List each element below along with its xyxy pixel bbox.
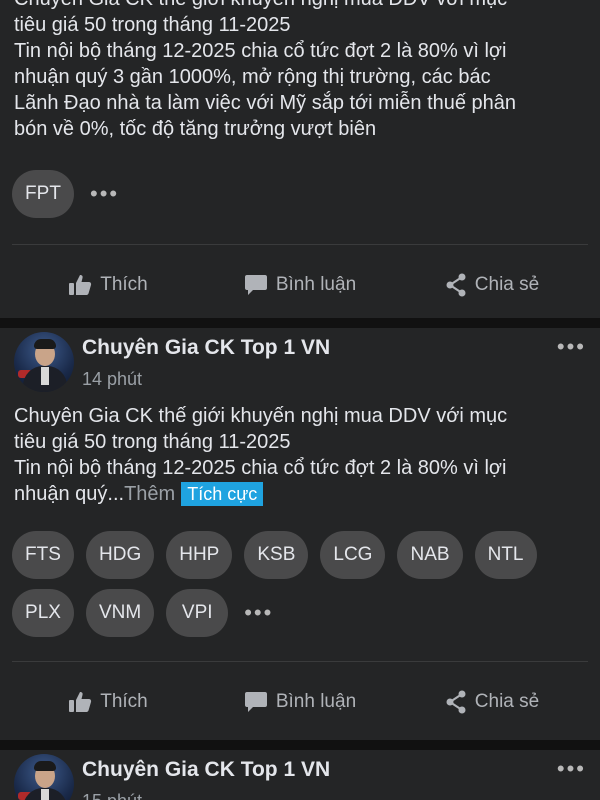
header-text: Chuyên Gia CK Top 1 VN 15 phút — [82, 754, 557, 800]
ticker-chip[interactable]: HHP — [166, 531, 233, 579]
news-feed: Chuyên Gia CK thế giới khuyến nghị mua D… — [0, 0, 600, 800]
comment-label: Bình luận — [275, 274, 357, 295]
post-text-line: Chuyên Gia CK thế giới khuyến nghị mua D… — [14, 405, 508, 427]
like-button[interactable]: Thích — [12, 274, 204, 296]
comment-bubble-icon — [244, 275, 267, 295]
post-text: Chuyên Gia CK thế giới khuyến nghị mua D… — [14, 0, 586, 142]
post-text-line: nhuận quý...Thêm Tích cực — [14, 481, 586, 507]
post: Chuyên Gia CK Top 1 VN 14 phút ••• Chuyê… — [0, 328, 600, 740]
ticker-chip[interactable]: LCG — [320, 531, 386, 579]
ticker-chips: FPT ••• — [0, 170, 600, 218]
ticker-chip[interactable]: PLX — [12, 589, 74, 637]
ticker-chip[interactable]: FPT — [12, 170, 74, 218]
ticker-chip[interactable]: HDG — [86, 531, 155, 579]
post: Chuyên Gia CK Top 1 VN 15 phút ••• — [0, 750, 600, 800]
share-label: Chia sẻ — [474, 691, 540, 712]
post-time: 14 phút — [82, 369, 143, 389]
see-more-link[interactable]: Thêm — [124, 483, 175, 505]
post-text: Chuyên Gia CK thế giới khuyến nghị mua D… — [14, 403, 586, 507]
share-icon — [446, 273, 466, 297]
more-tickers-icon[interactable]: ••• — [86, 170, 123, 218]
author-name[interactable]: Chuyên Gia CK Top 1 VN — [82, 756, 557, 784]
post-separator — [0, 740, 600, 750]
ticker-chip[interactable]: NAB — [397, 531, 463, 579]
post: Chuyên Gia CK thế giới khuyến nghị mua D… — [0, 0, 600, 318]
post-text-line: nhuận quý 3 gần 1000%, mở rộng thị trườn… — [14, 66, 491, 88]
post-text-line: tiêu giá 50 trong tháng 11-2025 — [14, 431, 291, 453]
sentiment-badge[interactable]: Tích cực — [181, 482, 264, 506]
post-separator — [0, 318, 600, 328]
more-options-icon[interactable]: ••• — [557, 332, 586, 360]
post-body: Chuyên Gia CK thế giới khuyến nghị mua D… — [0, 403, 600, 507]
ticker-chips: FTS HDG HHP KSB LCG NAB NTL PLX VNM VPI … — [0, 531, 600, 637]
author-name[interactable]: Chuyên Gia CK Top 1 VN — [82, 334, 557, 362]
share-button[interactable]: Chia sẻ — [396, 273, 588, 297]
comment-button[interactable]: Bình luận — [204, 274, 396, 296]
share-button[interactable]: Chia sẻ — [396, 690, 588, 714]
post-time: 15 phút — [82, 788, 557, 800]
comment-bubble-icon — [244, 692, 267, 712]
post-actions: Thích Bình luận Chia sẻ — [0, 245, 600, 325]
comment-button[interactable]: Bình luận — [204, 691, 396, 713]
share-icon — [446, 690, 466, 714]
post-text-line: Lãnh Đạo nhà ta làm việc với Mỹ sắp tới … — [14, 92, 517, 114]
more-options-icon[interactable]: ••• — [557, 754, 586, 782]
like-label: Thích — [100, 274, 148, 295]
like-button[interactable]: Thích — [12, 691, 204, 713]
like-label: Thích — [100, 691, 148, 712]
post-text-line: bón về 0%, tốc độ tăng trưởng vượt biên — [14, 118, 377, 140]
post-text-line: Tin nội bộ tháng 12-2025 chia cổ tức đợt… — [14, 457, 507, 479]
ticker-chip[interactable]: VNM — [86, 589, 155, 637]
post-text-line: Tin nội bộ tháng 12-2025 chia cổ tức đợt… — [14, 40, 507, 62]
post-body: Chuyên Gia CK thế giới khuyến nghị mua D… — [0, 0, 600, 142]
post-actions: Thích Bình luận Chia sẻ — [0, 662, 600, 742]
ticker-chip[interactable]: VPI — [166, 589, 229, 637]
share-label: Chia sẻ — [474, 274, 540, 295]
thumbs-up-icon — [69, 275, 92, 295]
header-text: Chuyên Gia CK Top 1 VN 14 phút — [82, 332, 557, 392]
avatar[interactable] — [14, 754, 74, 800]
more-tickers-icon[interactable]: ••• — [240, 589, 277, 637]
post-text-line: Chuyên Gia CK thế giới khuyến nghị mua D… — [14, 0, 586, 12]
thumbs-up-icon — [69, 692, 92, 712]
post-header: Chuyên Gia CK Top 1 VN 14 phút ••• — [0, 328, 600, 392]
post-text-line: tiêu giá 50 trong tháng 11-2025 — [14, 14, 291, 36]
ticker-chip[interactable]: NTL — [474, 531, 537, 579]
post-text-truncated: nhuận quý... — [14, 483, 125, 505]
post-header: Chuyên Gia CK Top 1 VN 15 phút ••• — [0, 750, 600, 800]
comment-label: Bình luận — [275, 691, 357, 712]
ticker-chip[interactable]: FTS — [12, 531, 74, 579]
avatar[interactable] — [14, 332, 74, 392]
ticker-chip[interactable]: KSB — [244, 531, 309, 579]
